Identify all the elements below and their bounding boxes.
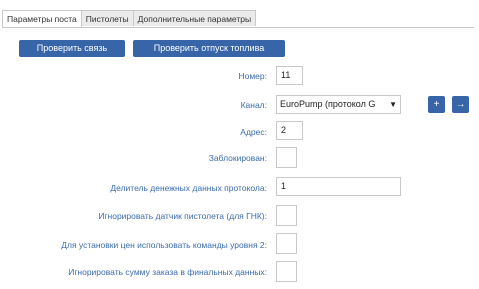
check-connection-button[interactable]: Проверить связь — [19, 40, 125, 57]
add-icon[interactable]: + — [428, 96, 445, 113]
goto-arrow-icon[interactable]: → — [452, 96, 469, 113]
number-label: Номер: — [238, 71, 267, 81]
blocked-label: Заблокирован: — [208, 153, 267, 163]
number-input[interactable]: 11 — [276, 66, 303, 85]
chevron-down-icon: ▼ — [389, 100, 397, 109]
tab-additional-params[interactable]: Дополнительные параметры — [132, 10, 257, 26]
tab-bar: Параметры поста Пистолеты Дополнительные… — [2, 10, 257, 27]
level2-commands-label: Для установки цен использовать команды у… — [61, 240, 267, 250]
tab-nozzles[interactable]: Пистолеты — [80, 10, 134, 26]
ignore-sum-label: Игнорировать сумму заказа в финальных да… — [68, 267, 267, 277]
ignore-sensor-label: Игнорировать датчик пистолета (для ГНК): — [98, 211, 267, 221]
address-input[interactable]: 2 — [276, 121, 303, 140]
address-label: Адрес: — [240, 127, 267, 137]
channel-label: Канал: — [240, 100, 267, 110]
check-fuel-dispense-button[interactable]: Проверить отпуск топлива — [133, 40, 285, 57]
blocked-checkbox[interactable] — [276, 147, 297, 168]
ignore-sum-checkbox[interactable] — [276, 261, 297, 282]
channel-select[interactable]: EuroPump (протокол G ▼ — [276, 95, 401, 114]
channel-select-value: EuroPump (протокол G — [280, 99, 376, 109]
divider-label: Делитель денежных данных протокола: — [110, 183, 267, 193]
tab-divider — [2, 27, 474, 28]
tab-post-params[interactable]: Параметры поста — [2, 10, 82, 27]
divider-input[interactable]: 1 — [276, 177, 401, 196]
level2-commands-checkbox[interactable] — [276, 233, 297, 254]
ignore-sensor-checkbox[interactable] — [276, 205, 297, 226]
